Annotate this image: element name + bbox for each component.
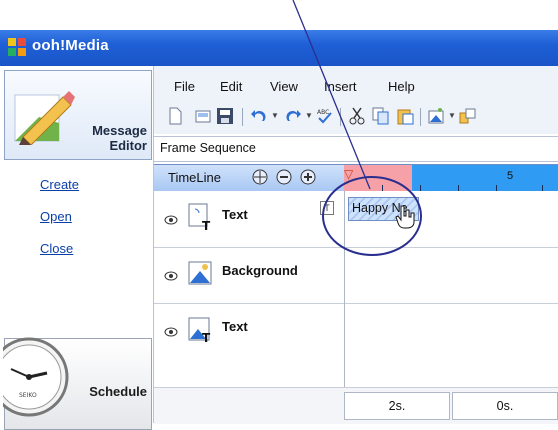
more-icon[interactable]	[458, 107, 476, 125]
menu-bar: File Edit View Insert Help ▼ ▼ ABC ▼	[154, 66, 558, 134]
move-icon[interactable]	[252, 169, 268, 185]
spell-check-icon[interactable]: ABC	[316, 107, 334, 125]
copy-icon[interactable]	[372, 107, 390, 125]
insert-image-icon[interactable]	[428, 107, 446, 125]
svg-text:T: T	[202, 219, 211, 231]
frame-sequence-label: Frame Sequence	[160, 141, 256, 155]
schedule-label: Schedule	[89, 384, 147, 399]
menu-help[interactable]: Help	[388, 79, 415, 94]
svg-text:SEIKO: SEIKO	[19, 392, 37, 399]
pencil-icon	[14, 91, 75, 145]
zoom-out-icon[interactable]	[276, 169, 292, 185]
menu-edit[interactable]: Edit	[220, 79, 242, 94]
layer-row[interactable]: T Text	[154, 303, 344, 359]
redo-dropdown-icon[interactable]: ▼	[305, 111, 313, 120]
open-link[interactable]: Open	[40, 209, 72, 224]
layer-name-label: Background	[222, 263, 298, 278]
text-layer-icon: T	[188, 317, 211, 343]
text-layer-icon: T	[188, 203, 211, 231]
layer-row[interactable]: T Text T	[154, 191, 344, 248]
schedule-button[interactable]: SEIKO Schedule	[3, 337, 152, 430]
eye-icon[interactable]	[164, 215, 178, 225]
open-icon[interactable]	[194, 107, 212, 125]
undo-dropdown-icon[interactable]: ▼	[271, 111, 279, 120]
message-editor-label-2: Editor	[109, 138, 147, 153]
paste-icon[interactable]	[396, 107, 414, 125]
menu-insert[interactable]: Insert	[324, 79, 357, 94]
app-icon	[8, 38, 26, 56]
create-link[interactable]: Create	[40, 177, 79, 192]
close-link[interactable]: Close	[40, 241, 73, 256]
redo-icon[interactable]	[284, 107, 302, 125]
layer-list: T Text T Happy Ne Background T Text	[154, 191, 558, 387]
layer-track[interactable]	[344, 247, 558, 304]
message-editor-label-1: Message	[92, 123, 147, 138]
toolbar: ▼ ▼ ABC ▼	[154, 104, 558, 130]
timeline-footer: 2s. 0s.	[154, 387, 558, 424]
eye-icon[interactable]	[164, 271, 178, 281]
cut-icon[interactable]	[348, 107, 366, 125]
eye-icon[interactable]	[164, 327, 178, 337]
zoom-in-icon[interactable]	[300, 169, 316, 185]
layer-track[interactable]: Happy Ne	[344, 191, 558, 248]
offset-field: 0s.	[452, 392, 558, 420]
title-bar: ooh!Media	[0, 30, 558, 66]
layer-name-label: Text	[222, 319, 248, 334]
duration-field: 2s.	[344, 392, 450, 420]
new-file-icon[interactable]	[166, 107, 184, 125]
layer-track[interactable]	[344, 303, 558, 387]
svg-text:T: T	[202, 331, 211, 343]
undo-icon[interactable]	[250, 107, 268, 125]
insert-dropdown-icon[interactable]: ▼	[448, 111, 456, 120]
menu-file[interactable]: File	[174, 79, 195, 94]
text-badge: T	[320, 201, 334, 215]
image-layer-icon	[188, 261, 212, 285]
timeline-header: TimeLine ▽ 5	[154, 164, 558, 192]
save-icon[interactable]	[216, 107, 234, 125]
layer-row[interactable]: Background	[154, 247, 344, 304]
timeline-ruler[interactable]: ▽ 5	[344, 165, 558, 191]
clock-icon: SEIKO	[3, 337, 69, 417]
svg-text:ABC: ABC	[317, 109, 329, 116]
left-panel: Message Editor Create Open Close SEIKO S…	[0, 66, 154, 430]
ruler-number: 5	[507, 170, 514, 182]
playhead-range	[344, 165, 412, 191]
hand-cursor-icon	[395, 205, 415, 229]
menu-view[interactable]: View	[270, 79, 298, 94]
layer-name-label: Text	[222, 207, 248, 222]
message-editor-button[interactable]: Message Editor	[4, 70, 152, 160]
frame-sequence-bar: Frame Sequence	[154, 136, 558, 162]
window-title: ooh!Media	[32, 37, 109, 54]
timeline-label: TimeLine	[168, 170, 221, 185]
playhead-marker[interactable]: ▽	[344, 167, 353, 181]
